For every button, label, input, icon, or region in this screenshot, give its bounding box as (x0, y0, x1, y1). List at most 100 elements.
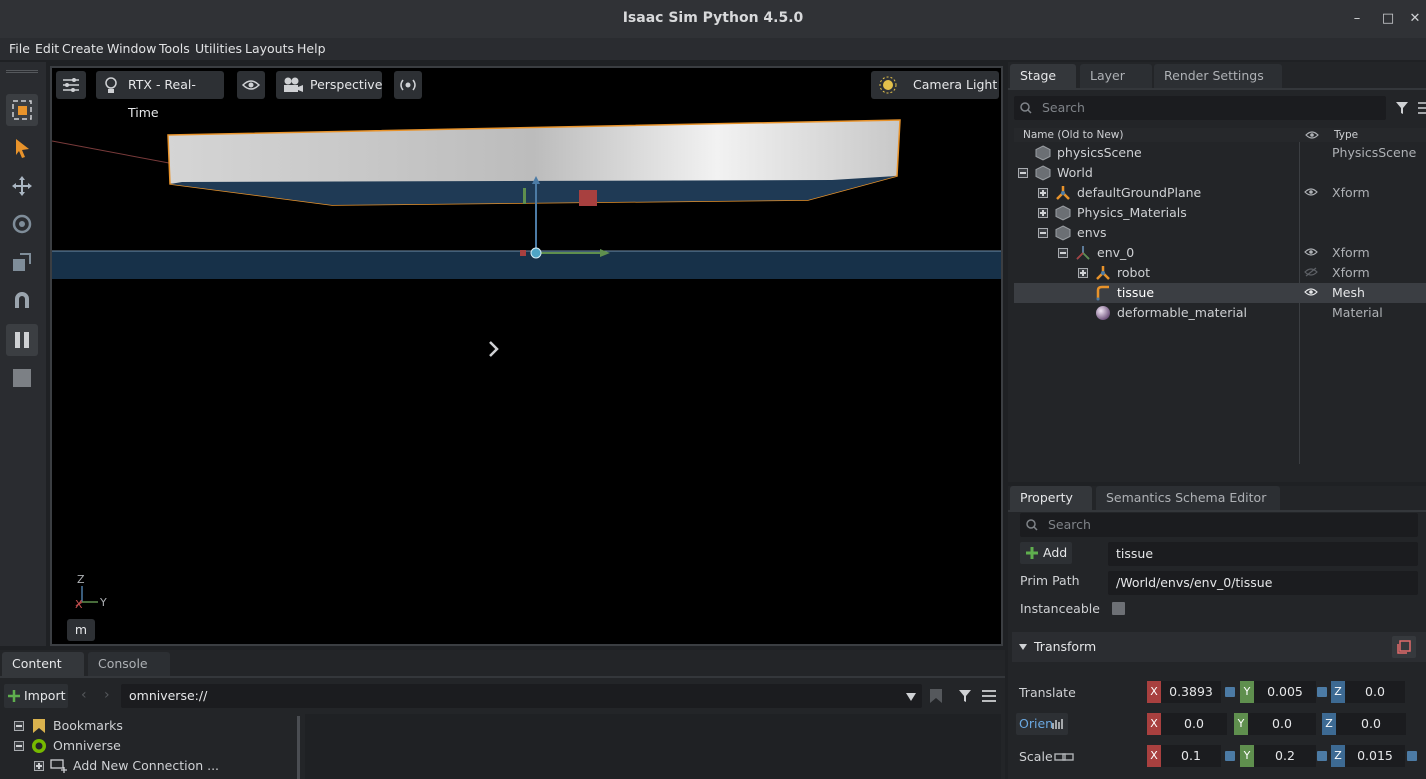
search-icon (1026, 519, 1038, 531)
scale-x-field[interactable]: 0.1 (1161, 745, 1221, 767)
menu-file[interactable]: File (9, 41, 30, 56)
orient-z-axis: Z (1322, 713, 1336, 735)
expand-icon[interactable] (1038, 188, 1048, 198)
transform-header[interactable]: Transform (1012, 632, 1426, 662)
dropdown-icon[interactable] (906, 693, 916, 701)
tab-property[interactable]: Property (1010, 486, 1092, 510)
minimize-icon[interactable]: – (1346, 8, 1368, 30)
scale-x-key-icon[interactable] (1225, 751, 1235, 761)
tree-row-physicsscene[interactable]: physicsScene PhysicsScene (1014, 143, 1426, 163)
collapse-icon[interactable] (1038, 228, 1048, 238)
bookmark-icon[interactable] (929, 688, 943, 704)
expand-icon[interactable] (1038, 208, 1048, 218)
orient-z-field[interactable]: 0.0 (1336, 713, 1406, 735)
tree-row-world[interactable]: World (1014, 163, 1426, 183)
select-mode-button[interactable] (6, 94, 38, 126)
stage-col-type[interactable]: Type (1334, 129, 1358, 141)
cube-icon (1035, 145, 1051, 161)
link-icon[interactable] (1054, 751, 1074, 763)
add-label: Add (1043, 545, 1068, 560)
scale-z-field[interactable]: 0.015 (1345, 745, 1405, 767)
tab-render-settings[interactable]: Render Settings (1154, 64, 1282, 88)
tab-layer[interactable]: Layer (1080, 64, 1152, 88)
tree-row-robot[interactable]: robot Xform (1014, 263, 1426, 283)
pause-button[interactable] (6, 324, 38, 356)
tab-console[interactable]: Console (88, 652, 170, 676)
prim-name-field[interactable]: tissue (1108, 542, 1418, 566)
options-icon[interactable] (1418, 101, 1426, 115)
tree-row-tissue[interactable]: tissue Mesh (1014, 283, 1426, 303)
menu-utilities[interactable]: Utilities (195, 41, 242, 56)
list-view-icon[interactable] (982, 690, 996, 702)
prim-path-field[interactable]: /World/envs/env_0/tissue (1108, 571, 1418, 595)
tree-row-deformable-material[interactable]: deformable_material Material (1014, 303, 1426, 323)
transform-options-button[interactable] (1392, 636, 1416, 658)
menu-edit[interactable]: Edit (35, 41, 59, 56)
scale-y-key-icon[interactable] (1317, 751, 1327, 761)
translate-y-field[interactable]: 0.005 (1254, 681, 1316, 703)
tree-item-bookmarks[interactable]: Bookmarks (4, 716, 298, 736)
tree-row-defaultgroundplane[interactable]: defaultGroundPlane Xform (1014, 183, 1426, 203)
orient-x-field[interactable]: 0.0 (1161, 713, 1227, 735)
gizmo-center[interactable] (530, 247, 542, 259)
select-tool-button[interactable] (6, 132, 38, 164)
tree-item-omniverse[interactable]: Omniverse (4, 736, 298, 756)
expand-icon[interactable] (34, 761, 44, 771)
maximize-icon[interactable]: □ (1377, 8, 1399, 30)
translate-x-field[interactable]: 0.3893 (1161, 681, 1221, 703)
back-icon[interactable]: ‹ (81, 687, 87, 703)
rotate-tool-button[interactable] (6, 208, 38, 240)
menu-tools[interactable]: Tools (159, 41, 190, 56)
orient-mode-button[interactable]: Orien (1016, 713, 1068, 735)
orient-y-field[interactable]: 0.0 (1248, 713, 1316, 735)
scale-tool-button[interactable] (6, 246, 38, 278)
scale-z-key-icon[interactable] (1407, 751, 1417, 761)
menu-layouts[interactable]: Layouts (245, 41, 294, 56)
units-badge[interactable]: m (67, 619, 95, 641)
menu-help[interactable]: Help (297, 41, 326, 56)
tab-semantics-schema-editor[interactable]: Semantics Schema Editor (1096, 486, 1280, 510)
cube-icon (1055, 205, 1071, 221)
collapse-icon[interactable] (14, 741, 24, 751)
stage-col-name[interactable]: Name (Old to New) (1023, 129, 1123, 141)
tab-stage[interactable]: Stage (1010, 64, 1076, 88)
content-path-field[interactable]: omniverse:// (121, 684, 922, 708)
translate-z-field[interactable]: 0.0 (1345, 681, 1405, 703)
eye-icon[interactable] (1304, 187, 1318, 197)
add-button[interactable]: Add (1020, 542, 1072, 564)
collapse-icon[interactable] (14, 721, 24, 731)
tab-content[interactable]: Content (2, 652, 84, 676)
scale-y-field[interactable]: 0.2 (1254, 745, 1316, 767)
viewport[interactable]: RTX - Real-Time Perspective Camera Light (50, 66, 1003, 646)
collapse-icon[interactable] (1018, 168, 1028, 178)
collapse-icon[interactable] (1058, 248, 1068, 258)
filter-icon[interactable] (958, 689, 972, 703)
move-tool-button[interactable] (6, 170, 38, 202)
instanceable-checkbox[interactable] (1112, 602, 1125, 615)
forward-icon[interactable]: › (104, 687, 110, 703)
eye-icon[interactable] (1304, 247, 1318, 257)
menu-create[interactable]: Create (62, 41, 104, 56)
translate-y-key-icon[interactable] (1317, 687, 1327, 697)
property-search-input[interactable]: Search (1020, 513, 1418, 537)
chevron-right-icon[interactable] (489, 341, 499, 357)
stage-search-input[interactable]: Search (1014, 96, 1386, 120)
snap-button[interactable] (6, 284, 38, 316)
close-icon[interactable]: ✕ (1404, 8, 1426, 30)
tree-row-physics-materials[interactable]: Physics_Materials (1014, 203, 1426, 223)
translate-x-key-icon[interactable] (1225, 687, 1235, 697)
gizmo-plane-handle[interactable] (579, 190, 597, 206)
gizmo-x-axis[interactable] (520, 250, 526, 256)
tree-item-add-connection[interactable]: Add New Connection ... (4, 756, 298, 776)
expand-icon[interactable] (1078, 268, 1088, 278)
stop-button[interactable] (6, 362, 38, 394)
import-button[interactable]: Import (4, 684, 68, 708)
tree-row-env-0[interactable]: env_0 Xform (1014, 243, 1426, 263)
menu-window[interactable]: Window (107, 41, 156, 56)
filter-icon[interactable] (1395, 101, 1409, 115)
eye-hidden-icon[interactable] (1304, 267, 1318, 277)
tree-row-envs[interactable]: envs (1014, 223, 1426, 243)
orient-x-axis: X (1147, 713, 1161, 735)
magnet-icon (15, 292, 29, 308)
eye-icon[interactable] (1304, 287, 1318, 297)
